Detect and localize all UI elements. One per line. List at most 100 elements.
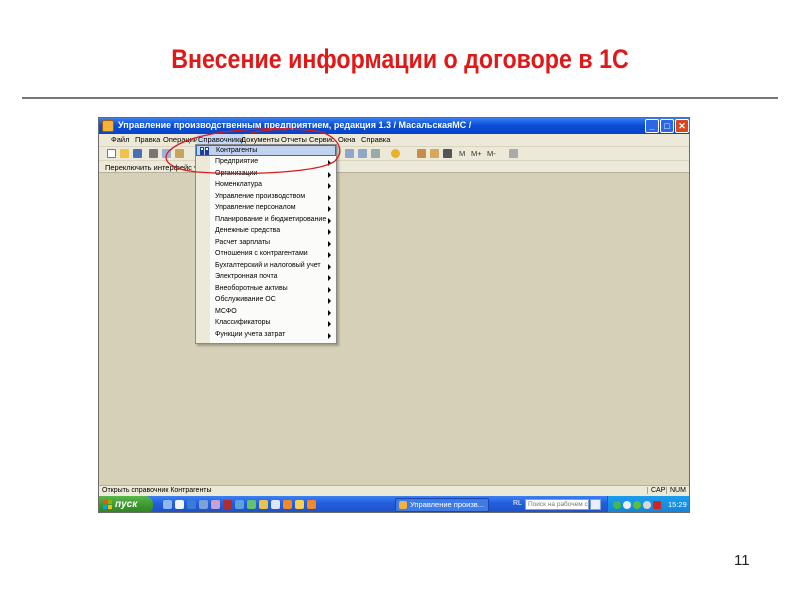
menu-documents[interactable]: Документы: [241, 135, 280, 144]
copy-icon[interactable]: [162, 149, 171, 158]
submenu-arrow-icon: [328, 321, 331, 327]
menu-windows[interactable]: Окна: [338, 135, 355, 144]
taskbar-app-button[interactable]: Управление произв...: [395, 498, 489, 512]
dropdown-item-classifiers[interactable]: Классификаторы: [196, 318, 336, 329]
save-icon[interactable]: [133, 149, 142, 158]
calculator-icon[interactable]: [417, 149, 426, 158]
menu-reports[interactable]: Отчеты: [281, 135, 307, 144]
quicklaunch-icon[interactable]: [295, 500, 304, 509]
tray-icon[interactable]: [633, 501, 641, 509]
font-icon[interactable]: [443, 149, 452, 158]
paste-icon[interactable]: [175, 149, 184, 158]
quicklaunch-icon[interactable]: [283, 500, 292, 509]
windows-logo-icon: [103, 500, 112, 509]
desktop-search-input[interactable]: Поиск на рабочем столе: [525, 499, 589, 510]
dropdown-item-email[interactable]: Электронная почта: [196, 272, 336, 283]
memory-plus-label[interactable]: М+: [471, 149, 482, 158]
quicklaunch-icon[interactable]: [187, 500, 196, 509]
dropdown-item-production-management[interactable]: Управление производством: [196, 192, 336, 203]
memory-minus-label[interactable]: М-: [487, 149, 496, 158]
windows-taskbar: пуск Управление произв... RL Поиск на ра…: [99, 496, 689, 512]
menu-service[interactable]: Сервис: [309, 135, 335, 144]
dropdown-item-label: Организации: [215, 169, 258, 177]
language-indicator[interactable]: RL: [513, 500, 522, 507]
caps-indicator: CAP: [647, 487, 665, 494]
submenu-arrow-icon: [328, 171, 331, 178]
tray-icon[interactable]: [613, 501, 621, 509]
refresh-icon[interactable]: [371, 149, 380, 158]
status-text: Открыть справочник Контрагенты: [102, 487, 212, 494]
quicklaunch-icon[interactable]: [307, 500, 316, 509]
quicklaunch-icon[interactable]: [235, 500, 244, 509]
app-1c-icon: [399, 501, 407, 509]
dropdown-item-label: Денежные средства: [215, 227, 281, 234]
open-folder-icon[interactable]: [120, 149, 129, 158]
menu-operations[interactable]: Операции: [163, 135, 198, 144]
submenu-arrow-icon: [328, 183, 331, 189]
dropdown-item-accounting-tax[interactable]: Бухгалтерский и налоговый учет: [196, 261, 336, 272]
dropdown-item-label: Расчет зарплаты: [215, 238, 271, 246]
dropdown-item-nomenclature[interactable]: Номенклатура: [196, 180, 336, 191]
dropdown-item-label: Электронная почта: [215, 273, 278, 280]
settings-icon[interactable]: [509, 149, 518, 158]
start-button[interactable]: пуск: [99, 496, 153, 512]
dropdown-item-enterprise[interactable]: Предприятие: [196, 157, 336, 168]
dropdown-item-asset-maintenance[interactable]: Обслуживание ОС: [196, 295, 336, 306]
submenu-arrow-icon: [328, 263, 331, 270]
submenu-arrow-icon: [328, 194, 331, 201]
system-tray: 15:29: [607, 496, 689, 512]
dropdown-item-ifrs[interactable]: МСФО: [196, 307, 336, 318]
memory-label[interactable]: М: [459, 149, 465, 158]
num-indicator: NUM: [666, 487, 686, 494]
new-document-icon[interactable]: [107, 149, 116, 158]
menu-bar: Файл Правка Операции Справочники Докумен…: [99, 134, 689, 146]
maximize-button[interactable]: □: [660, 119, 674, 133]
quicklaunch-icon[interactable]: [199, 500, 208, 509]
dropdown-item-personnel-management[interactable]: Управление персоналом: [196, 203, 336, 214]
dropdown-item-label: Управление персоналом: [215, 204, 296, 211]
interface-bar: Переключить интерфейс ▾: [99, 160, 689, 173]
tray-icon[interactable]: [653, 501, 661, 509]
quicklaunch-icon[interactable]: [223, 500, 232, 509]
quicklaunch-icon[interactable]: [211, 500, 220, 509]
start-label: пуск: [115, 499, 138, 510]
submenu-arrow-icon: [328, 217, 331, 224]
quicklaunch-icon[interactable]: [163, 500, 172, 509]
quicklaunch-icon[interactable]: [271, 500, 280, 509]
quicklaunch-icon[interactable]: [247, 500, 256, 509]
dropdown-item-counterparty-relations[interactable]: Отношения с контрагентами: [196, 249, 336, 260]
calendar-icon[interactable]: [430, 149, 439, 158]
dropdown-item-label: Предприятие: [215, 158, 259, 165]
menu-help[interactable]: Справка: [361, 135, 390, 144]
help-icon[interactable]: [391, 149, 400, 158]
quicklaunch-icon[interactable]: [175, 500, 184, 509]
forward-icon[interactable]: [358, 149, 367, 158]
menu-file[interactable]: Файл: [111, 135, 129, 144]
tray-icon[interactable]: [623, 501, 631, 509]
dropdown-item-cash[interactable]: Денежные средства: [196, 226, 336, 237]
cut-icon[interactable]: [149, 149, 158, 158]
minimize-button[interactable]: _: [645, 119, 659, 133]
tray-icon[interactable]: [643, 501, 651, 509]
dropdown-item-label: Номенклатура: [215, 181, 262, 188]
app-1c-icon: [102, 120, 114, 132]
close-button[interactable]: ✕: [675, 119, 689, 133]
main-toolbar: М М+ М-: [99, 146, 689, 160]
dropdown-item-payroll[interactable]: Расчет зарплаты: [196, 238, 336, 249]
switch-interface-button[interactable]: Переключить интерфейс ▾: [105, 163, 198, 172]
search-icon[interactable]: [590, 499, 601, 510]
dropdown-item-label: Бухгалтерский и налоговый учет: [215, 261, 321, 269]
window-titlebar[interactable]: Управление производственным предприятием…: [99, 118, 689, 134]
quicklaunch-icon[interactable]: [259, 500, 268, 509]
title-divider: [22, 97, 778, 99]
page-number: 11: [734, 552, 750, 569]
dropdown-item-label: Управление производством: [215, 192, 306, 200]
dropdown-item-organizations[interactable]: Организации: [196, 169, 336, 180]
dropdown-item-counterparties[interactable]: Контрагенты: [196, 145, 336, 156]
dropdown-item-label: Обслуживание ОС: [215, 296, 276, 303]
menu-edit[interactable]: Правка: [135, 135, 160, 144]
dropdown-item-fixed-assets[interactable]: Внеоборотные активы: [196, 284, 336, 295]
dropdown-item-planning-budgeting[interactable]: Планирование и бюджетирование: [196, 215, 336, 226]
back-icon[interactable]: [345, 149, 354, 158]
dropdown-item-cost-accounting[interactable]: Функции учета затрат: [196, 330, 336, 341]
